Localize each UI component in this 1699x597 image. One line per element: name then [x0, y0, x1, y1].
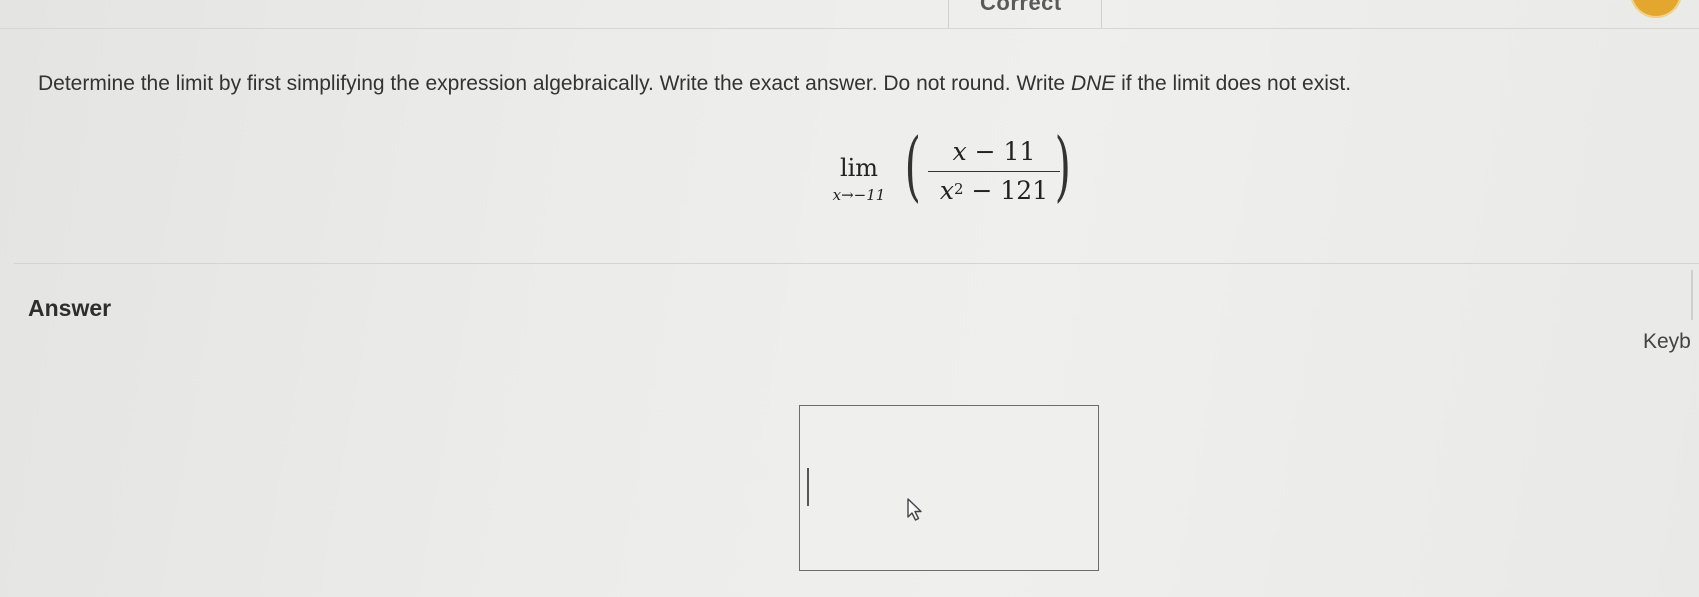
question-text-after: if the limit does not exist. — [1115, 72, 1352, 95]
question-dne-emphasis: DNE — [1070, 72, 1116, 95]
lim-operator: lim x→−11 — [826, 156, 892, 204]
answer-input[interactable] — [799, 405, 1099, 571]
numerator-rest: − 11 — [966, 137, 1036, 166]
top-strip: Correct — [0, 0, 1699, 29]
tab-divider — [948, 0, 949, 28]
numerator-variable: x — [952, 137, 967, 166]
tab-divider — [1101, 0, 1102, 28]
lim-subscript: x→−11 — [832, 186, 886, 204]
left-paren: ( — [904, 121, 921, 210]
mouse-pointer-icon — [907, 498, 922, 521]
question-text-before: Determine the limit by first simplifying… — [38, 72, 1071, 95]
numerator: x − 11 — [928, 136, 1060, 168]
answer-label: Answer — [28, 295, 112, 321]
denominator-variable: x — [939, 176, 954, 205]
right-paren: ) — [1054, 121, 1071, 210]
keyboard-button[interactable]: Keyb — [1643, 330, 1691, 354]
question-text: Determine the limit by first simplifying… — [38, 72, 1351, 96]
denominator-rest: − 121 — [963, 176, 1049, 205]
denominator-exponent: 2 — [954, 180, 964, 198]
denominator: x2 − 121 — [928, 175, 1060, 207]
lim-word: lim — [839, 154, 879, 182]
section-divider — [14, 263, 1699, 264]
fraction: x − 11 x2 − 121 — [928, 136, 1060, 207]
text-caret — [807, 468, 809, 506]
fraction-bar — [928, 171, 1060, 172]
keyboard-toggle-edge — [1691, 270, 1693, 320]
status-badge-icon[interactable] — [1630, 0, 1682, 18]
tab-correct[interactable]: Correct — [980, 0, 1062, 16]
